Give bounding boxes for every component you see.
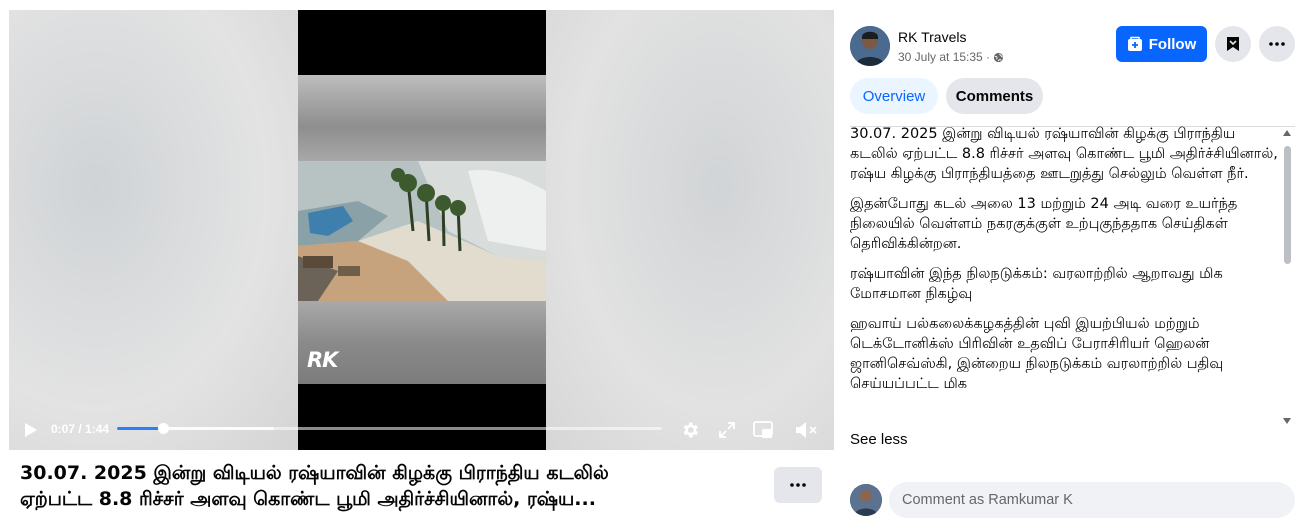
description-scrollbar[interactable] xyxy=(1282,128,1294,428)
play-icon xyxy=(25,423,37,437)
post-title: 30.07. 2025 இன்று விடியல் ரஷ்யாவின் கிழக… xyxy=(20,460,760,512)
person-avatar-icon xyxy=(850,484,882,516)
description-paragraph: இதன்போது கடல் அலை 13 மற்றும் 24 அடி வரை … xyxy=(850,196,1238,252)
globe-icon xyxy=(993,52,1004,62)
follow-page-icon xyxy=(1127,36,1142,51)
post-description: 30.07. 2025 இன்று விடியல் ரஷ்யாவின் கிழக… xyxy=(850,124,1280,428)
fullscreen-button[interactable] xyxy=(717,420,737,440)
description-paragraph: 30.07. 2025 இன்று விடியல் ரஷ்யாவின் கிழக… xyxy=(850,126,1278,182)
video-player[interactable]: RK 0:07 / 1:44 xyxy=(9,10,834,450)
time-total: 1:44 xyxy=(85,422,110,436)
tab-comments[interactable]: Comments xyxy=(946,78,1043,114)
post-title-line-2: ஏற்பட்ட 8.8 ரிச்சர் அளவு கொண்ட பூமி அதிர… xyxy=(20,488,596,510)
post-meta: 30 July at 15:35 · xyxy=(898,50,1004,64)
person-avatar-icon xyxy=(850,26,890,66)
post-side-panel: RK Travels 30 July at 15:35 · Follow Ove… xyxy=(842,0,1314,518)
video-controls: 0:07 / 1:44 xyxy=(9,410,834,450)
options-button[interactable] xyxy=(1259,26,1295,62)
see-less-link[interactable]: See less xyxy=(850,431,908,448)
progress-handle[interactable] xyxy=(158,423,169,434)
description-paragraph: ரஷ்யாவின் இந்த நிலநடுக்கம்: வரலாற்றில் ஆ… xyxy=(850,266,1223,302)
play-button[interactable] xyxy=(21,420,41,440)
more-dots-icon xyxy=(1269,42,1285,46)
progress-bar[interactable] xyxy=(117,423,662,434)
time-display: 0:07 / 1:44 xyxy=(51,422,109,436)
scroll-up-arrow-icon[interactable] xyxy=(1283,130,1291,136)
gear-icon xyxy=(683,422,698,438)
expand-icon xyxy=(719,422,735,438)
progress-played xyxy=(117,427,163,430)
follow-button[interactable]: Follow xyxy=(1116,26,1207,62)
post-more-button[interactable] xyxy=(774,467,822,503)
description-paragraph: ஹவாய் பல்கலைக்கழகத்தின் புவி இயற்பியல் ம… xyxy=(850,316,1224,392)
save-button[interactable] xyxy=(1215,26,1251,62)
bookmark-icon xyxy=(1227,37,1239,51)
more-dots-icon xyxy=(790,483,806,487)
time-current: 0:07 xyxy=(51,422,76,436)
comment-input[interactable]: Comment as Ramkumar K xyxy=(889,482,1295,518)
settings-button[interactable] xyxy=(679,419,701,441)
commenter-avatar xyxy=(850,484,882,516)
video-panel: RK 0:07 / 1:44 30.07. 2025 இன்று விடியல்… xyxy=(0,0,842,515)
post-date[interactable]: 30 July at 15:35 · xyxy=(898,50,990,64)
picture-in-picture-icon xyxy=(753,421,773,438)
scroll-down-arrow-icon[interactable] xyxy=(1283,418,1291,424)
rk-watermark: RK xyxy=(307,348,338,372)
time-separator: / xyxy=(75,422,86,436)
author-avatar[interactable] xyxy=(850,26,890,66)
speaker-muted-icon xyxy=(796,422,817,438)
author-name[interactable]: RK Travels xyxy=(898,29,966,45)
post-title-line-1: 30.07. 2025 இன்று விடியல் ரஷ்யாவின் கிழக… xyxy=(20,462,609,484)
tab-overview[interactable]: Overview xyxy=(850,78,938,114)
mute-button[interactable] xyxy=(794,419,820,441)
mini-player-button[interactable] xyxy=(752,419,774,441)
flood-scene-image xyxy=(298,161,546,301)
follow-label: Follow xyxy=(1148,35,1197,53)
scrollbar-thumb[interactable] xyxy=(1284,146,1291,264)
video-frame: RK xyxy=(298,10,546,450)
